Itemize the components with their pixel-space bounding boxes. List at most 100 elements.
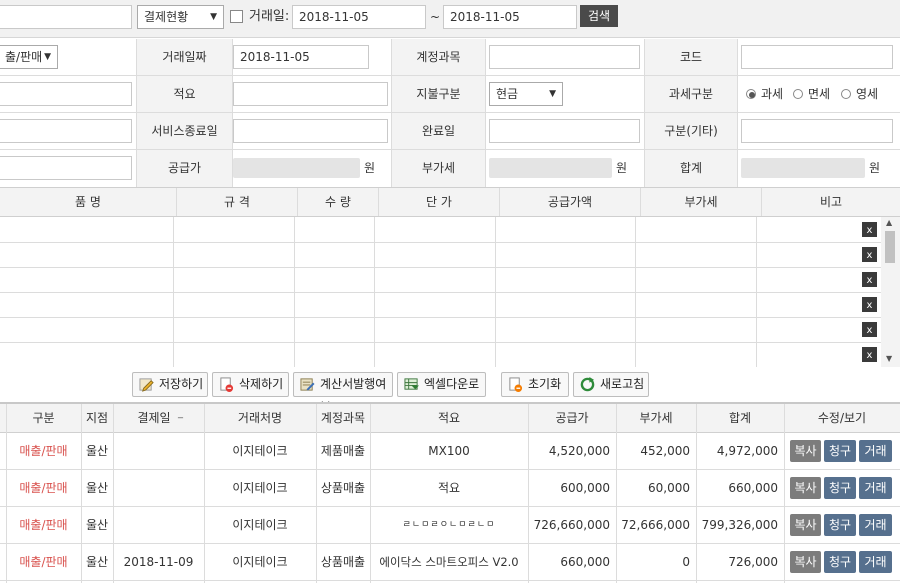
won-unit: 원 (616, 161, 628, 175)
grid-divider (378, 188, 379, 216)
bill-button[interactable]: 청구 (824, 440, 856, 462)
date-filter-label: 거래일: (249, 9, 290, 24)
date-filter-checkbox[interactable] (230, 10, 243, 23)
delete-row-button[interactable]: x (862, 297, 877, 312)
refresh-button[interactable]: 새로고침 (573, 372, 649, 397)
copy-button[interactable]: 복사 (790, 477, 821, 499)
grid-divider (176, 188, 177, 216)
trade-button[interactable]: 거래 (859, 551, 892, 573)
row-total: 799,326,000 (701, 518, 778, 532)
row-client: 이지테이크 (232, 518, 288, 532)
date-from-input[interactable]: 2018-11-05 (292, 5, 426, 29)
row-branch: 울산 (85, 481, 109, 495)
list-col-client[interactable]: 거래처명 (204, 404, 316, 432)
trade-button[interactable]: 거래 (859, 514, 892, 536)
bill-button[interactable]: 청구 (824, 551, 856, 573)
account-input[interactable] (489, 45, 640, 69)
row-account: 상품매출 (320, 555, 366, 569)
list-col-account[interactable]: 계정과목 (316, 404, 370, 432)
payment-select[interactable]: 현금 ▼ (489, 82, 563, 106)
scrollbar-thumb[interactable] (885, 231, 895, 263)
tax-radio-zero[interactable] (841, 89, 851, 99)
code-label: 코드 (679, 50, 703, 64)
tax-radio-taxable[interactable] (746, 89, 756, 99)
invoice-button[interactable]: 계산서발행여부 (293, 372, 393, 414)
type-select-value: 출/판매 (5, 50, 43, 64)
table-row[interactable]: 매출/판매 울산 이지테이크 제품매출 MX100 4,520,000 452,… (0, 433, 900, 470)
delete-row-button[interactable]: x (862, 347, 877, 362)
scroll-up-icon[interactable]: ▲ (886, 218, 892, 227)
trade-button[interactable]: 거래 (859, 477, 892, 499)
reset-label: 초기화 (528, 377, 562, 391)
vat-readonly (489, 158, 612, 178)
summary-input[interactable] (233, 82, 388, 106)
delete-row-button[interactable]: x (862, 322, 877, 337)
reset-button[interactable]: 초기화 (501, 372, 569, 397)
memo-input[interactable] (0, 156, 132, 180)
service-end-input[interactable] (233, 119, 388, 143)
keyword-input[interactable] (0, 5, 132, 29)
table-row[interactable]: 매출/판매 울산 이지테이크 상품매출 적요 600,000 60,000 66… (0, 470, 900, 507)
client-input[interactable] (0, 82, 132, 106)
trade-button[interactable]: 거래 (859, 440, 892, 462)
row-account: 상품매출 (320, 481, 366, 495)
payment-label: 지불구분 (416, 87, 461, 101)
row-supply: 600,000 (560, 481, 610, 495)
etc-input[interactable] (741, 119, 893, 143)
copy-button[interactable]: 복사 (790, 551, 821, 573)
grid-divider (640, 188, 641, 216)
list-col-supply[interactable]: 공급가 (528, 404, 616, 432)
row-summary: MX100 (428, 444, 470, 458)
row-branch: 울산 (85, 518, 109, 532)
delete-row-button[interactable]: x (862, 247, 877, 262)
delete-row-button[interactable]: x (862, 272, 877, 287)
delete-row-button[interactable]: x (862, 222, 877, 237)
list-col-summary[interactable]: 적요 (370, 404, 528, 432)
supply-label: 공급가 (167, 161, 202, 175)
row-supply: 4,520,000 (548, 444, 610, 458)
bill-button[interactable]: 청구 (824, 514, 856, 536)
list-col-type[interactable]: 구분 (6, 404, 81, 432)
row-type: 매출/판매 (19, 444, 68, 458)
row-total: 726,000 (728, 555, 778, 569)
item-grid-scrollbar[interactable]: ▲ ▼ (881, 217, 900, 367)
chevron-down-icon: ▼ (44, 52, 51, 62)
row-client: 이지테이크 (232, 555, 288, 569)
etc-input-left[interactable] (0, 119, 132, 143)
refresh-label: 새로고침 (600, 377, 645, 391)
row-type: 매출/판매 (19, 481, 68, 495)
chevron-down-icon: ▼ (549, 89, 556, 99)
delete-button[interactable]: 삭제하기 (212, 372, 289, 397)
type-select[interactable]: 출/판매 ▼ (0, 45, 58, 69)
list-col-branch[interactable]: 지점 (81, 404, 113, 432)
date-range-separator: ~ (430, 10, 441, 24)
list-col-vat[interactable]: 부가세 (616, 404, 696, 432)
search-button[interactable]: 검색 (580, 5, 618, 27)
total-readonly (741, 158, 865, 178)
excel-download-button[interactable]: 엑셀다운로드 (397, 372, 486, 414)
table-row[interactable]: 매출/판매 울산 이지테이크 ㄹㄴㅁㄹㅇㄴㅁㄹㄴㅁ 726,660,000 72… (0, 507, 900, 544)
tax-radio-exempt[interactable] (793, 89, 803, 99)
row-client: 이지테이크 (232, 444, 288, 458)
pencil-icon (139, 378, 154, 392)
bill-button[interactable]: 청구 (824, 477, 856, 499)
grid-row-line (0, 292, 881, 293)
copy-button[interactable]: 복사 (790, 440, 821, 462)
status-select-value: 결제현황 (144, 10, 189, 24)
vat-label: 부가세 (421, 161, 456, 175)
row-summary: ㄹㄴㅁㄹㅇㄴㅁㄹㄴㅁ (402, 520, 496, 530)
trade-date-input[interactable]: 2018-11-05 (233, 45, 369, 69)
row-account: 제품매출 (320, 444, 366, 458)
table-row[interactable]: 매출/판매 울산 2018-11-09 이지테이크 상품매출 에이닥스 스마트오… (0, 544, 900, 581)
complete-date-input[interactable] (489, 119, 640, 143)
list-col-total[interactable]: 합계 (696, 404, 784, 432)
scroll-down-icon[interactable]: ▼ (886, 354, 892, 363)
date-to-input[interactable]: 2018-11-05 (443, 5, 577, 29)
won-unit: 원 (364, 161, 376, 175)
copy-button[interactable]: 복사 (790, 514, 821, 536)
etc-label: 구분(기타) (664, 124, 718, 138)
save-button[interactable]: 저장하기 (132, 372, 208, 397)
grid-row-line (0, 342, 881, 343)
code-input[interactable] (741, 45, 893, 69)
status-select[interactable]: 결제현황 ▼ (137, 5, 224, 29)
